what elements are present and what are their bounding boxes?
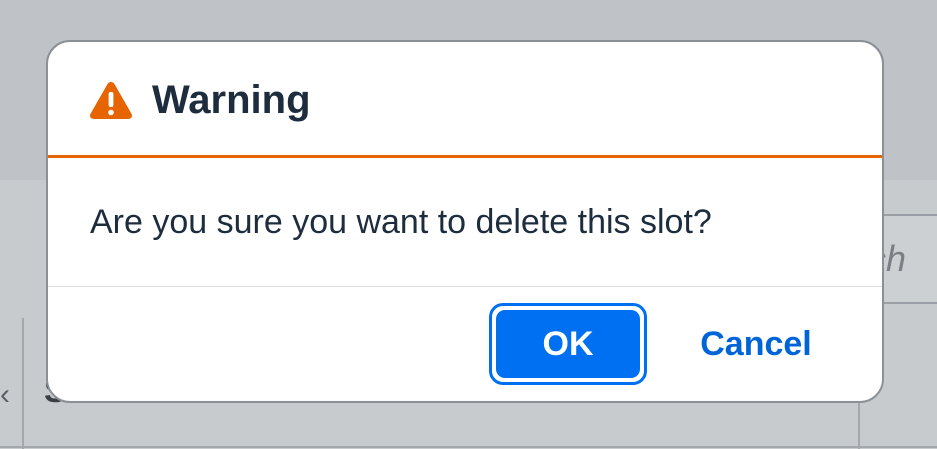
- dialog-footer: OK Cancel: [48, 287, 882, 401]
- warning-dialog: Warning Are you sure you want to delete …: [46, 40, 884, 403]
- dialog-header: Warning: [48, 42, 882, 158]
- dialog-message: Are you sure you want to delete this slo…: [90, 203, 712, 241]
- background-chevron-left-icon: ‹: [0, 378, 10, 411]
- cancel-button[interactable]: Cancel: [686, 303, 826, 385]
- dialog-title: Warning: [152, 78, 311, 122]
- ok-button[interactable]: OK: [489, 303, 647, 385]
- background-panel-border: [0, 446, 937, 448]
- warning-triangle-icon: [90, 82, 132, 119]
- dialog-body: Are you sure you want to delete this slo…: [48, 158, 882, 287]
- ok-button-label: OK: [496, 310, 640, 378]
